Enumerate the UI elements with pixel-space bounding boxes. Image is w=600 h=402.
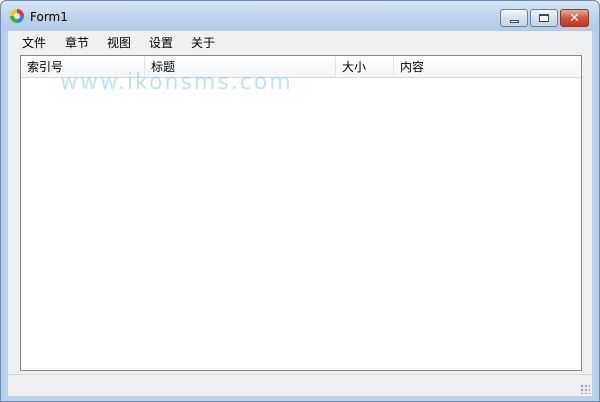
- maximize-button[interactable]: [530, 9, 558, 27]
- window-title: Form1: [30, 10, 68, 24]
- minimize-button[interactable]: [500, 9, 528, 27]
- client-area: 文件 章节 视图 设置 关于 索引号 标题 大小 内容 www.ikonsms.…: [8, 31, 592, 396]
- maximize-icon: [539, 14, 549, 22]
- column-header-title[interactable]: 标题: [145, 56, 336, 78]
- column-header-size[interactable]: 大小: [336, 56, 394, 78]
- status-bar: [8, 374, 592, 396]
- minimize-icon: [509, 19, 519, 23]
- menu-about[interactable]: 关于: [189, 34, 217, 51]
- menu-chapter[interactable]: 章节: [63, 34, 91, 51]
- menu-file[interactable]: 文件: [20, 34, 48, 51]
- close-icon: ✕: [569, 10, 580, 26]
- list-view[interactable]: 索引号 标题 大小 内容 www.ikonsms.com: [20, 55, 582, 371]
- menu-bar: 文件 章节 视图 设置 关于: [8, 31, 592, 52]
- list-header: 索引号 标题 大小 内容: [21, 56, 581, 78]
- column-header-content[interactable]: 内容: [394, 56, 581, 78]
- menu-settings[interactable]: 设置: [147, 34, 175, 51]
- title-bar[interactable]: Form1 ✕: [1, 1, 599, 31]
- app-icon: [10, 9, 24, 23]
- menu-view[interactable]: 视图: [105, 34, 133, 51]
- app-window: Form1 ✕ 文件 章节 视图 设置 关于 索引号 标题 大小 内容 www.…: [0, 0, 600, 402]
- close-button[interactable]: ✕: [560, 9, 589, 27]
- resize-grip-icon[interactable]: [580, 384, 590, 394]
- column-header-index[interactable]: 索引号: [21, 56, 145, 78]
